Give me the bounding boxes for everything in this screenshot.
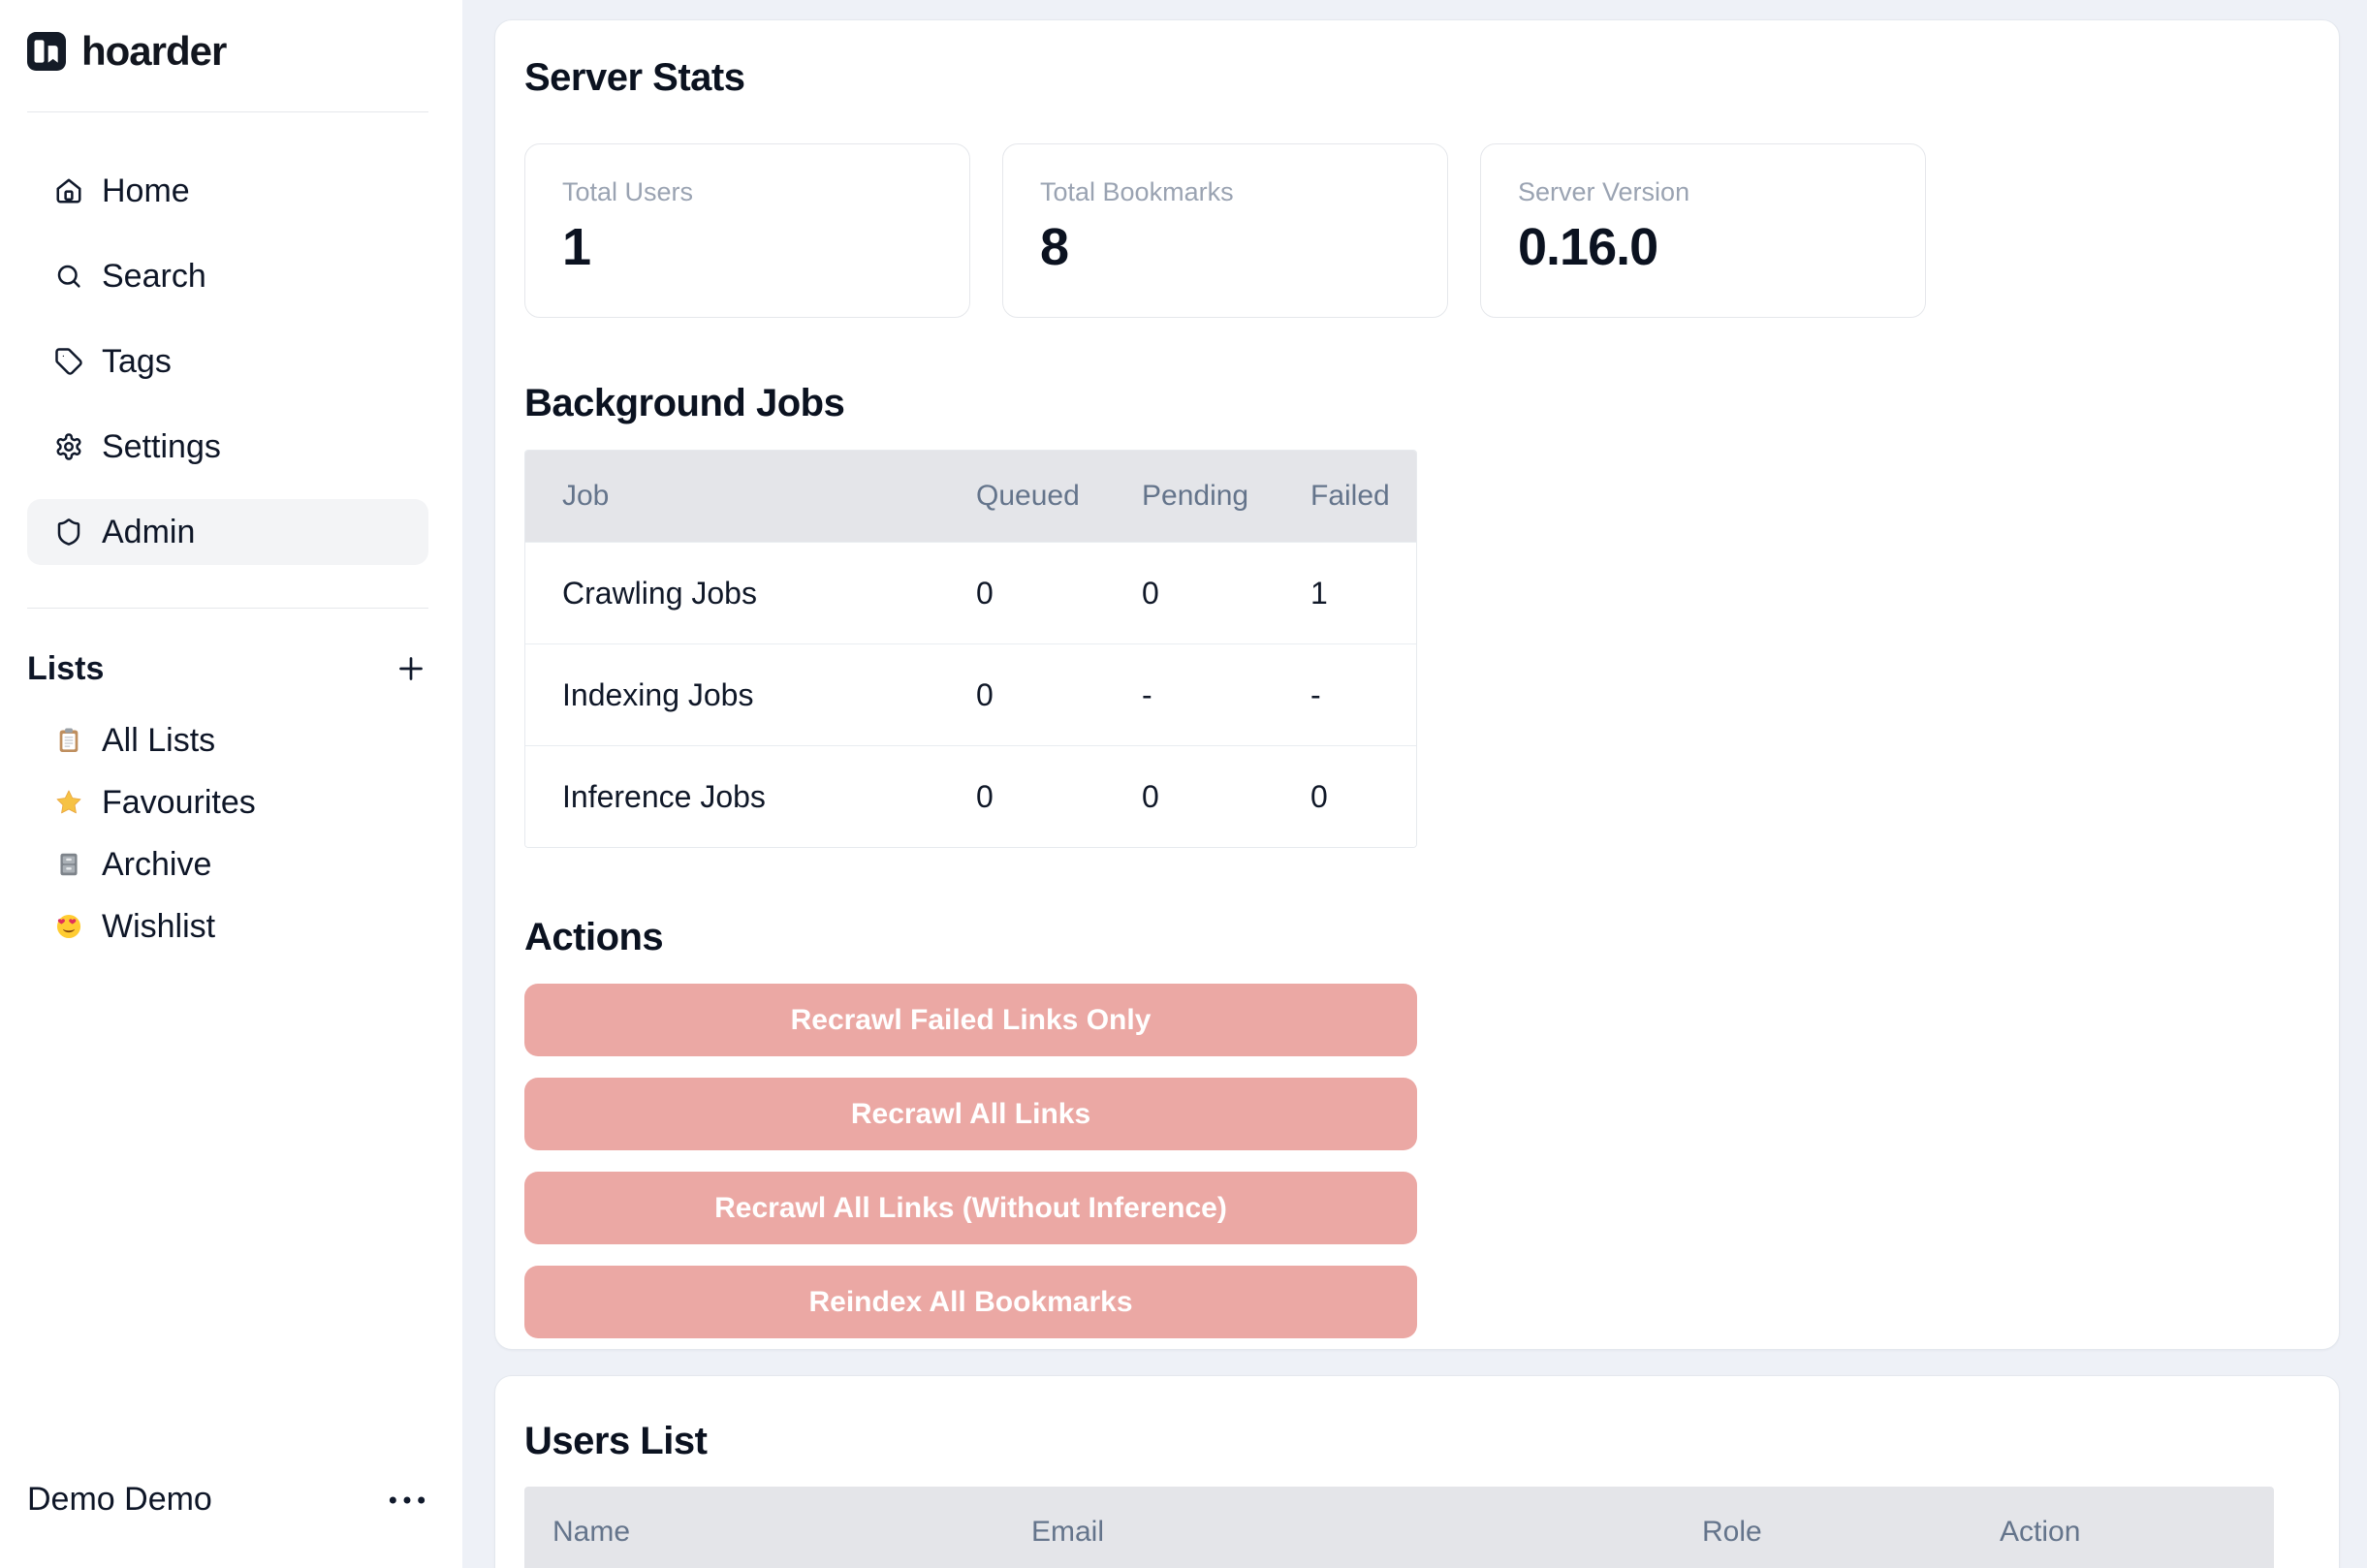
sidebar-item-search[interactable]: Search <box>27 243 428 309</box>
server-stats-cards: Total Users 1 Total Bookmarks 8 Server V… <box>524 143 2310 318</box>
user-name: Demo Demo <box>27 1481 212 1519</box>
stat-card: Server Version 0.16.0 <box>1480 143 1926 318</box>
home-icon <box>54 176 83 205</box>
stat-value: 8 <box>1040 217 1410 277</box>
recrawl-all-links-no-inference-button[interactable]: Recrawl All Links (Without Inference) <box>524 1172 1417 1244</box>
column-header: Pending <box>1142 480 1310 513</box>
sidebar-item-admin[interactable]: Admin <box>27 499 428 565</box>
sidebar-item-tags[interactable]: Tags <box>27 329 428 394</box>
lists-header: Lists <box>27 649 428 688</box>
background-jobs-table-header: JobQueuedPendingFailed <box>525 451 1416 542</box>
table-row: Crawling Jobs 0 0 1 <box>525 542 1416 643</box>
stat-value: 1 <box>562 217 932 277</box>
actions-title: Actions <box>524 916 2310 959</box>
star-emoji <box>55 789 82 816</box>
sidebar-nav: Home Search Tags Settings Admin <box>27 158 428 565</box>
list-item-favourites[interactable]: Favourites <box>27 771 428 833</box>
list-item-wishlist[interactable]: Wishlist <box>27 895 428 957</box>
actions-buttons: Recrawl Failed Links Only Recrawl All Lin… <box>524 984 2310 1338</box>
list-item-label: Favourites <box>102 784 256 822</box>
stat-card: Total Bookmarks 8 <box>1002 143 1448 318</box>
shield-icon <box>54 517 83 547</box>
column-header: Failed <box>1310 480 1416 513</box>
admin-panel-card: Server Stats Total Users 1 Total Bookmar… <box>494 19 2340 1350</box>
lists-items: All Lists Favourites Archive Wishlist <box>27 709 428 957</box>
list-item-label: All Lists <box>102 722 215 760</box>
heart-eyes-emoji <box>55 913 82 940</box>
recrawl-all-links-button[interactable]: Recrawl All Links <box>524 1078 1417 1150</box>
pending-cell: 0 <box>1142 576 1310 612</box>
users-list-table: NameEmailRoleAction <box>524 1487 2274 1568</box>
column-header: Email <box>1031 1516 1702 1549</box>
search-icon <box>54 262 83 291</box>
sidebar-item-label: Settings <box>102 428 221 466</box>
queued-cell: 0 <box>976 677 1142 713</box>
app-name: hoarder <box>81 28 226 75</box>
gear-icon <box>54 432 83 461</box>
main-content: Server Stats Total Users 1 Total Bookmar… <box>462 0 2367 1568</box>
stat-value: 0.16.0 <box>1518 217 1888 277</box>
app-logo[interactable]: hoarder <box>27 0 428 75</box>
sidebar-item-home[interactable]: Home <box>27 158 428 224</box>
lists-title: Lists <box>27 650 104 688</box>
job-name-cell: Inference Jobs <box>525 779 976 815</box>
ellipsis-icon[interactable] <box>386 1484 428 1517</box>
list-item-archive[interactable]: Archive <box>27 833 428 895</box>
sidebar-item-settings[interactable]: Settings <box>27 414 428 480</box>
sidebar-divider <box>27 111 428 112</box>
queued-cell: 0 <box>976 576 1142 612</box>
background-jobs-table: JobQueuedPendingFailed Crawling Jobs 0 0… <box>524 450 1417 848</box>
table-row: Indexing Jobs 0 - - <box>525 643 1416 745</box>
column-header: Name <box>524 1516 1031 1549</box>
sidebar-item-label: Home <box>102 172 190 210</box>
users-list-title: Users List <box>524 1420 2310 1463</box>
stat-label: Total Users <box>562 177 932 207</box>
column-header: Queued <box>976 480 1142 513</box>
job-name-cell: Crawling Jobs <box>525 576 976 612</box>
user-menu[interactable]: Demo Demo <box>27 1481 428 1519</box>
failed-cell: 0 <box>1310 779 1416 815</box>
sidebar-divider <box>27 608 428 609</box>
tag-icon <box>54 347 83 376</box>
sidebar-item-label: Tags <box>102 343 172 381</box>
sidebar: hoarder Home Search Tags Settings Admin … <box>0 0 462 1568</box>
server-stats-title: Server Stats <box>524 56 2310 100</box>
reindex-all-bookmarks-button[interactable]: Reindex All Bookmarks <box>524 1266 1417 1338</box>
job-name-cell: Indexing Jobs <box>525 677 976 713</box>
failed-cell: - <box>1310 677 1416 713</box>
column-header: Role <box>1702 1516 2000 1549</box>
list-item-label: Archive <box>102 846 211 884</box>
pending-cell: - <box>1142 677 1310 713</box>
list-item-label: Wishlist <box>102 908 215 946</box>
queued-cell: 0 <box>976 779 1142 815</box>
archive-emoji <box>55 851 82 878</box>
stat-card: Total Users 1 <box>524 143 970 318</box>
sidebar-item-label: Admin <box>102 514 195 551</box>
clipboard-emoji <box>55 727 82 754</box>
stat-label: Server Version <box>1518 177 1888 207</box>
recrawl-failed-links-button[interactable]: Recrawl Failed Links Only <box>524 984 1417 1056</box>
column-header: Action <box>2000 1516 2274 1549</box>
stat-label: Total Bookmarks <box>1040 177 1410 207</box>
sidebar-item-label: Search <box>102 258 206 296</box>
failed-cell: 1 <box>1310 576 1416 612</box>
users-list-table-header: NameEmailRoleAction <box>524 1487 2274 1568</box>
pending-cell: 0 <box>1142 779 1310 815</box>
background-jobs-title: Background Jobs <box>524 382 2310 425</box>
users-list-card: Users List NameEmailRoleAction <box>494 1375 2340 1568</box>
list-item-all-lists[interactable]: All Lists <box>27 709 428 771</box>
column-header: Job <box>525 480 976 513</box>
hoarder-logo-icon <box>27 32 66 71</box>
table-row: Inference Jobs 0 0 0 <box>525 745 1416 847</box>
add-list-button[interactable] <box>394 651 428 686</box>
